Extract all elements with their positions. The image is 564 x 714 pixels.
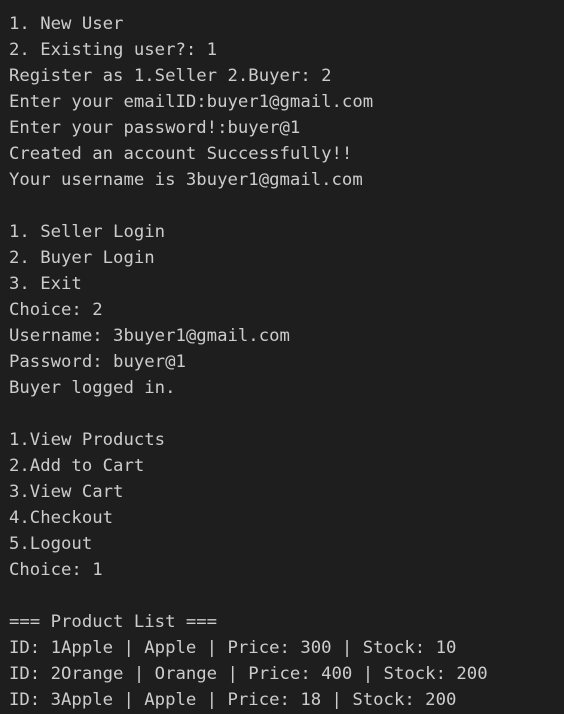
prompt-login-password: Password: buyer@1 [9, 352, 186, 372]
product-row: ID: 3Apple | Apple | Price: 18 | Stock: … [9, 690, 457, 710]
terminal-output[interactable]: 1. New User 2. Existing user?: 1 Registe… [0, 0, 564, 714]
menu-option-logout: 5.Logout [9, 534, 93, 554]
prompt-buyer-choice: Choice: 1 [9, 560, 103, 580]
product-row: ID: 1Apple | Apple | Price: 300 | Stock:… [9, 638, 457, 658]
prompt-login-choice: Choice: 2 [9, 300, 103, 320]
username-message: Your username is 3buyer1@gmail.com [9, 170, 363, 190]
menu-option-checkout: 4.Checkout [9, 508, 114, 528]
menu-option-add-to-cart: 2.Add to Cart [9, 456, 145, 476]
prompt-email: Enter your emailID:buyer1@gmail.com [9, 92, 374, 112]
prompt-password: Enter your password!:buyer@1 [9, 118, 301, 138]
product-list-heading: === Product List === [9, 612, 218, 632]
menu-option-exit: 3. Exit [9, 274, 82, 294]
account-created-message: Created an account Successfully!! [9, 144, 353, 164]
prompt-existing-user: 2. Existing user?: 1 [9, 40, 218, 60]
product-row: ID: 2Orange | Orange | Price: 400 | Stoc… [9, 664, 488, 684]
menu-option-new-user: 1. New User [9, 14, 124, 34]
menu-option-seller-login: 1. Seller Login [9, 222, 166, 242]
prompt-username: Username: 3buyer1@gmail.com [9, 326, 290, 346]
prompt-register-role: Register as 1.Seller 2.Buyer: 2 [9, 66, 332, 86]
menu-option-view-cart: 3.View Cart [9, 482, 124, 502]
buyer-logged-in-message: Buyer logged in. [9, 378, 176, 398]
menu-option-buyer-login: 2. Buyer Login [9, 248, 155, 268]
menu-option-view-products: 1.View Products [9, 430, 166, 450]
